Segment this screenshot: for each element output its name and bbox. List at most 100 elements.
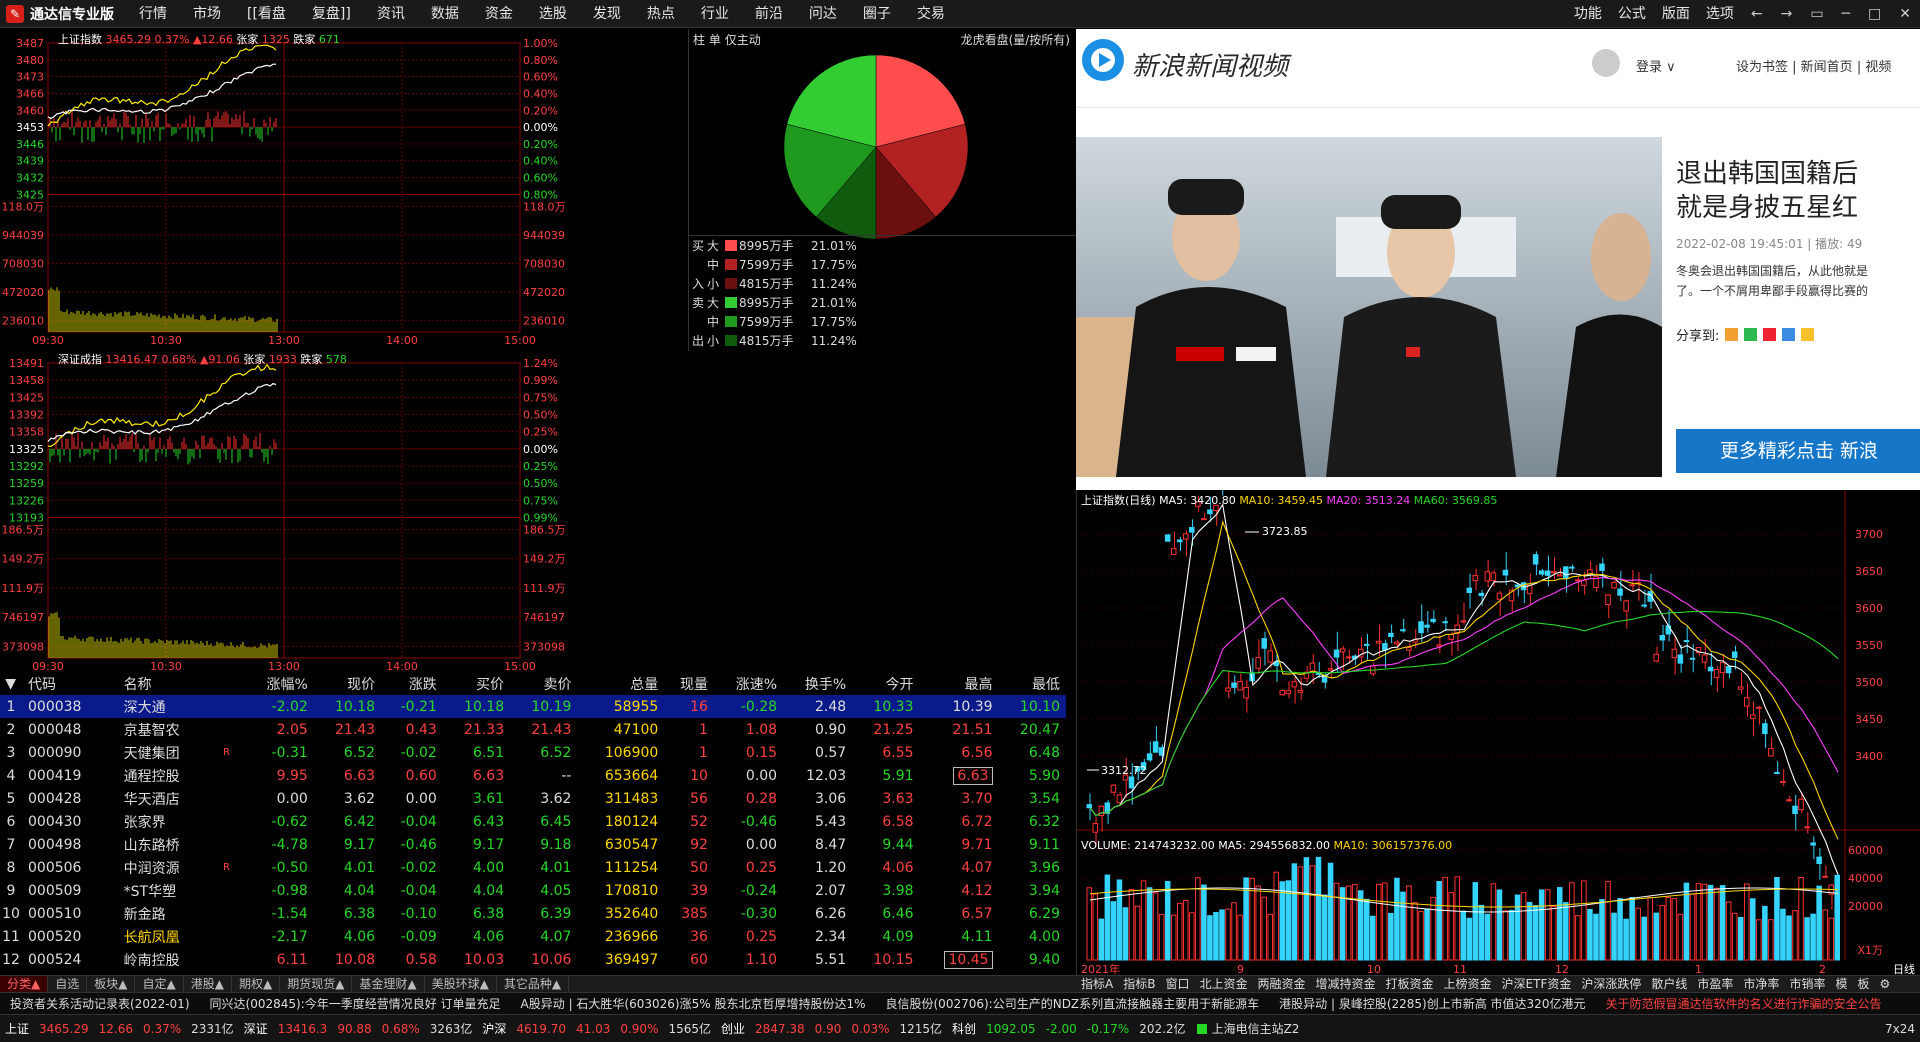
- restore-icon[interactable]: ▭: [1801, 0, 1832, 28]
- category-tab-7[interactable]: 基金理财▲: [352, 976, 425, 992]
- table-row[interactable]: 9 000509 *ST华塑 -0.98 4.04 -0.04 4.04 4.05 170810…: [0, 879, 1066, 902]
- right-menu-item-0[interactable]: 功能: [1566, 0, 1610, 28]
- category-tab-1[interactable]: 自选: [48, 976, 88, 992]
- indicator-tab-0[interactable]: 指标A: [1076, 976, 1118, 992]
- indicator-tab-9[interactable]: 沪深涨跌停: [1576, 976, 1646, 992]
- menu-item-9[interactable]: 热点: [634, 0, 688, 28]
- category-tab-6[interactable]: 期货现货▲: [280, 976, 353, 992]
- category-tab-2[interactable]: 板块▲: [87, 976, 136, 992]
- table-row[interactable]: 8 000506 中润资源 R -0.50 4.01 -0.02 4.00 4.01 111254…: [0, 856, 1066, 879]
- sina-brand[interactable]: 新浪新闻视频: [1132, 46, 1288, 83]
- status-clock[interactable]: 7x24: [1880, 1022, 1920, 1036]
- pie-tab-bar[interactable]: 柱: [693, 33, 705, 47]
- col-header-7[interactable]: 卖价: [510, 673, 577, 695]
- pie-tab-active-only[interactable]: 仅主动: [725, 33, 761, 47]
- category-tab-5[interactable]: 期权▲: [232, 976, 281, 992]
- table-row[interactable]: 12 000524 岭南控股 6.11 10.08 0.58 10.03 10.06 36949…: [0, 948, 1066, 971]
- col-header-5[interactable]: 涨跌: [381, 673, 443, 695]
- category-tab-4[interactable]: 港股▲: [184, 976, 232, 992]
- indicator-tab-15[interactable]: 板: [1852, 976, 1874, 992]
- menu-item-5[interactable]: 数据: [418, 0, 472, 28]
- blog-share-icon[interactable]: [1763, 328, 1777, 341]
- col-header-2[interactable]: [217, 673, 245, 695]
- category-tab-3[interactable]: 自定▲: [135, 976, 184, 992]
- indicator-tab-8[interactable]: 沪深ETF资金: [1497, 976, 1577, 992]
- table-row[interactable]: 6 000430 张家界 -0.62 6.42 -0.04 6.43 6.45 180124 52…: [0, 810, 1066, 833]
- indicator-tab-13[interactable]: 市销率: [1784, 976, 1830, 992]
- bookmark-link[interactable]: 设为书签: [1736, 60, 1788, 75]
- news-item[interactable]: 港股异动 | 泉峰控股(2285)创上市新高 市值达320亿港元: [1269, 995, 1595, 1012]
- sz-intraday-panel[interactable]: 13491 1.24% 13458 0.99% 13425 0.75% 13392 0.50%…: [0, 349, 700, 673]
- menu-item-6[interactable]: 资金: [472, 0, 526, 28]
- col-header-12[interactable]: 今开: [852, 673, 919, 695]
- table-row[interactable]: 11 000520 长航凤凰 -2.17 4.06 -0.09 4.06 4.07 236966…: [0, 925, 1066, 948]
- kline-panel[interactable]: 3700 3650 3600 3550 3500 3450 3400 3723.85 3312.…: [1076, 490, 1920, 975]
- table-row[interactable]: 5 000428 华天酒店 0.00 3.62 0.00 3.61 3.62 311483 56 0…: [0, 787, 1066, 810]
- category-tab-8[interactable]: 美股环球▲: [425, 976, 497, 992]
- news-home-link[interactable]: 新闻首页: [1801, 60, 1853, 75]
- right-menu-item-3[interactable]: 选项: [1698, 0, 1742, 28]
- col-header-13[interactable]: 最高: [920, 673, 999, 695]
- back-icon[interactable]: ←: [1742, 0, 1772, 28]
- news-item[interactable]: 投资者关系活动记录表(2022-01): [0, 995, 200, 1012]
- table-row[interactable]: 7 000498 山东路桥 -4.78 9.17 -0.46 9.17 9.18 630547 9…: [0, 833, 1066, 856]
- favorite-share-icon[interactable]: [1801, 328, 1815, 341]
- col-header-8[interactable]: 总量: [577, 673, 664, 695]
- table-row[interactable]: 3 000090 天健集团 R -0.31 6.52 -0.02 6.51 6.52 106900…: [0, 741, 1066, 764]
- menu-item-1[interactable]: 市场: [180, 0, 234, 28]
- qzone-share-icon[interactable]: [1782, 328, 1796, 341]
- menu-item-12[interactable]: 问达: [796, 0, 850, 28]
- pie-tab-single[interactable]: 单: [709, 33, 721, 47]
- indicator-tab-4[interactable]: 两融资金: [1252, 976, 1310, 992]
- indicator-tab-7[interactable]: 上榜资金: [1439, 976, 1497, 992]
- indicator-tab-1[interactable]: 指标B: [1118, 976, 1160, 992]
- close-icon[interactable]: ✕: [1890, 0, 1920, 28]
- menu-item-10[interactable]: 行业: [688, 0, 742, 28]
- indicator-tab-10[interactable]: 散户线: [1646, 976, 1692, 992]
- col-header-3[interactable]: 涨幅%: [245, 673, 314, 695]
- weibo-share-icon[interactable]: [1725, 328, 1739, 341]
- right-menu-item-1[interactable]: 公式: [1610, 0, 1654, 28]
- table-row[interactable]: 10 000510 新金路 -1.54 6.38 -0.10 6.38 6.39 352640 3…: [0, 902, 1066, 925]
- table-row[interactable]: 1 000038 深大通 -2.02 10.18 -0.21 10.18 10.19 58955…: [0, 695, 1066, 718]
- col-header-11[interactable]: 换手%: [783, 673, 852, 695]
- right-menu-item-2[interactable]: 版面: [1654, 0, 1698, 28]
- menu-item-11[interactable]: 前沿: [742, 0, 796, 28]
- indicator-tab-16[interactable]: ⚙: [1874, 976, 1895, 992]
- video-link[interactable]: 视频: [1865, 60, 1891, 75]
- user-avatar-icon[interactable]: [1592, 49, 1620, 77]
- news-item[interactable]: 关于防范假冒通达信软件的名义进行诈骗的安全公告: [1595, 995, 1891, 1012]
- forward-icon[interactable]: →: [1772, 0, 1802, 28]
- col-header-6[interactable]: 买价: [443, 673, 510, 695]
- header-sort-arrow[interactable]: ▼: [0, 673, 22, 695]
- indicator-tab-3[interactable]: 北上资金: [1194, 976, 1252, 992]
- col-header-0[interactable]: 代码: [22, 673, 118, 695]
- maximize-icon[interactable]: □: [1859, 0, 1890, 28]
- news-item[interactable]: A股异动 | 石大胜华(603026)涨5% 股东北京哲厚增持股份达1%: [511, 995, 876, 1012]
- menu-item-14[interactable]: 交易: [904, 0, 958, 28]
- menu-item-13[interactable]: 圈子: [850, 0, 904, 28]
- indicator-tab-2[interactable]: 窗口: [1160, 976, 1194, 992]
- menu-item-4[interactable]: 资讯: [364, 0, 418, 28]
- menu-item-2[interactable]: [[看盘: [234, 0, 299, 28]
- indicator-tab-5[interactable]: 增减持资金: [1311, 976, 1381, 992]
- pie-mode-label[interactable]: 龙虎看盘(量/按所有): [961, 31, 1070, 48]
- sh-intraday-panel[interactable]: 3487 1.00% 3480 0.80% 3473 0.60% 3466 0.40% 3460…: [0, 29, 700, 347]
- indicator-tab-14[interactable]: 模: [1830, 976, 1852, 992]
- menu-item-0[interactable]: 行情: [126, 0, 180, 28]
- minimize-icon[interactable]: ─: [1833, 0, 1859, 28]
- menu-item-8[interactable]: 发现: [580, 0, 634, 28]
- more-button[interactable]: 更多精彩点击 新浪: [1676, 429, 1920, 473]
- app-logo[interactable]: ✎ 通达信专业版: [0, 0, 126, 28]
- col-header-1[interactable]: 名称: [118, 673, 217, 695]
- wechat-share-icon[interactable]: [1744, 328, 1758, 341]
- category-tab-9[interactable]: 其它品种▲: [497, 976, 570, 992]
- table-row[interactable]: 4 000419 通程控股 9.95 6.63 0.60 6.63 -- 653664 10 0.0…: [0, 764, 1066, 787]
- status-site[interactable]: 上海电信主站Z2: [1207, 1020, 1305, 1037]
- indicator-tab-6[interactable]: 打板资金: [1381, 976, 1439, 992]
- news-item[interactable]: 良信股份(002706):公司生产的NDZ系列直流接触器主要用于新能源车: [876, 995, 1270, 1012]
- col-header-4[interactable]: 现价: [314, 673, 381, 695]
- table-row[interactable]: 2 000048 京基智农 2.05 21.43 0.43 21.33 21.43 47100 1…: [0, 718, 1066, 741]
- col-header-14[interactable]: 最低: [999, 673, 1066, 695]
- indicator-tab-12[interactable]: 市净率: [1738, 976, 1784, 992]
